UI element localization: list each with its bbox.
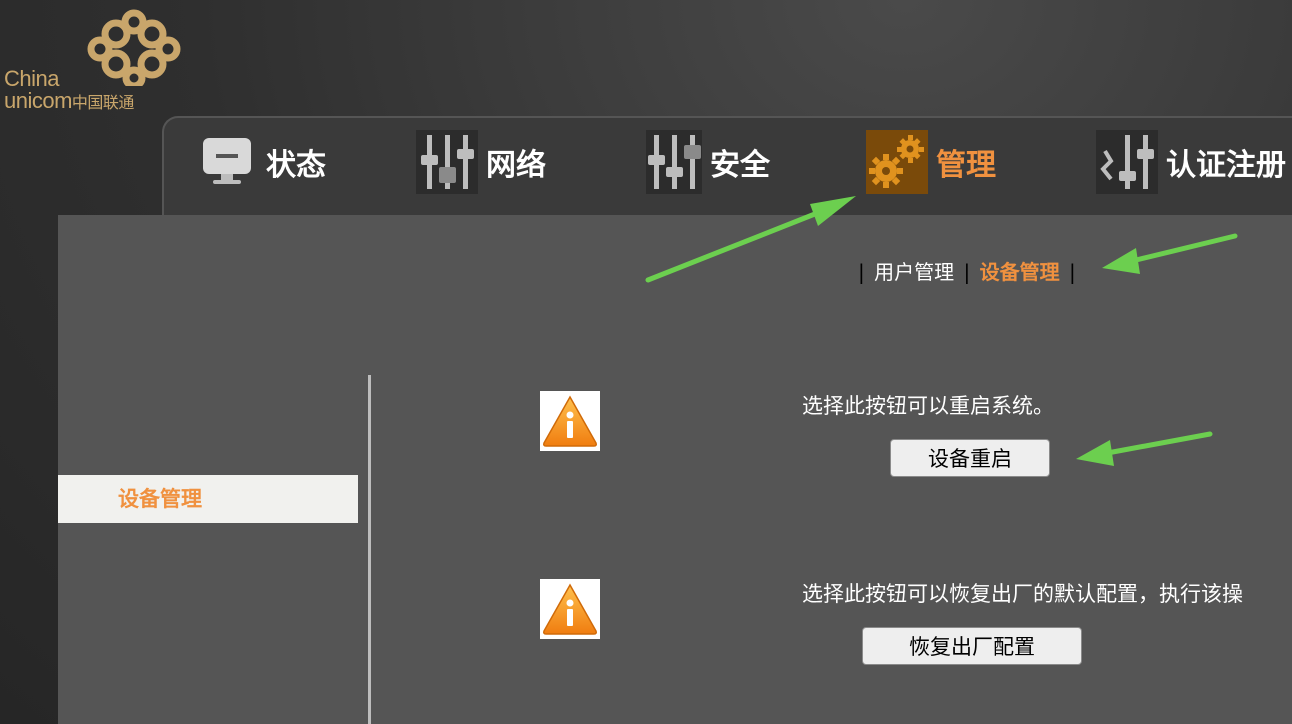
logo-text-unicom-en: unicom bbox=[4, 88, 72, 113]
sliders-icon bbox=[646, 130, 702, 194]
tab-status-label: 状态 bbox=[266, 148, 326, 183]
factory-reset-button[interactable]: 恢复出厂配置 bbox=[862, 627, 1082, 665]
sliders-icon bbox=[416, 130, 478, 194]
tab-management[interactable]: 管理 bbox=[866, 130, 996, 194]
subnav-separator: | bbox=[1068, 260, 1076, 284]
warning-icon bbox=[540, 579, 600, 639]
tab-network[interactable]: 网络 bbox=[416, 130, 546, 194]
reboot-description: 选择此按钮可以重启系统。 bbox=[802, 394, 1054, 418]
tab-network-label: 网络 bbox=[486, 148, 546, 183]
sidebar-item-device-management[interactable]: 设备管理 bbox=[58, 475, 358, 523]
logo-text-unicom: unicom中国联通 bbox=[4, 88, 134, 114]
tab-management-label: 管理 bbox=[936, 148, 996, 183]
monitor-icon bbox=[196, 130, 258, 194]
subnav-separator: | bbox=[858, 260, 865, 284]
sidebar-divider bbox=[368, 375, 371, 724]
tab-security-label: 安全 bbox=[710, 148, 770, 183]
subnav-user-management[interactable]: 用户管理 bbox=[874, 260, 954, 284]
sliders-icon bbox=[1096, 130, 1158, 194]
warning-icon bbox=[540, 391, 600, 451]
subnav-device-management[interactable]: 设备管理 bbox=[980, 260, 1060, 284]
tab-status[interactable]: 状态 bbox=[196, 130, 326, 194]
logo-text-unicom-cn: 中国联通 bbox=[71, 95, 135, 112]
tab-auth-register-label: 认证注册 bbox=[1166, 148, 1286, 183]
content-panel bbox=[58, 215, 1292, 724]
subnav-separator: | bbox=[963, 260, 971, 284]
gears-icon bbox=[866, 130, 928, 194]
tab-auth-register[interactable]: 认证注册 bbox=[1096, 130, 1286, 194]
reset-description: 选择此按钮可以恢复出厂的默认配置，执行该操 bbox=[802, 582, 1243, 606]
reboot-button[interactable]: 设备重启 bbox=[890, 439, 1050, 477]
tab-security[interactable]: 安全 bbox=[646, 130, 770, 194]
sub-navigation: | 用户管理 | 设备管理 | bbox=[855, 256, 1079, 285]
